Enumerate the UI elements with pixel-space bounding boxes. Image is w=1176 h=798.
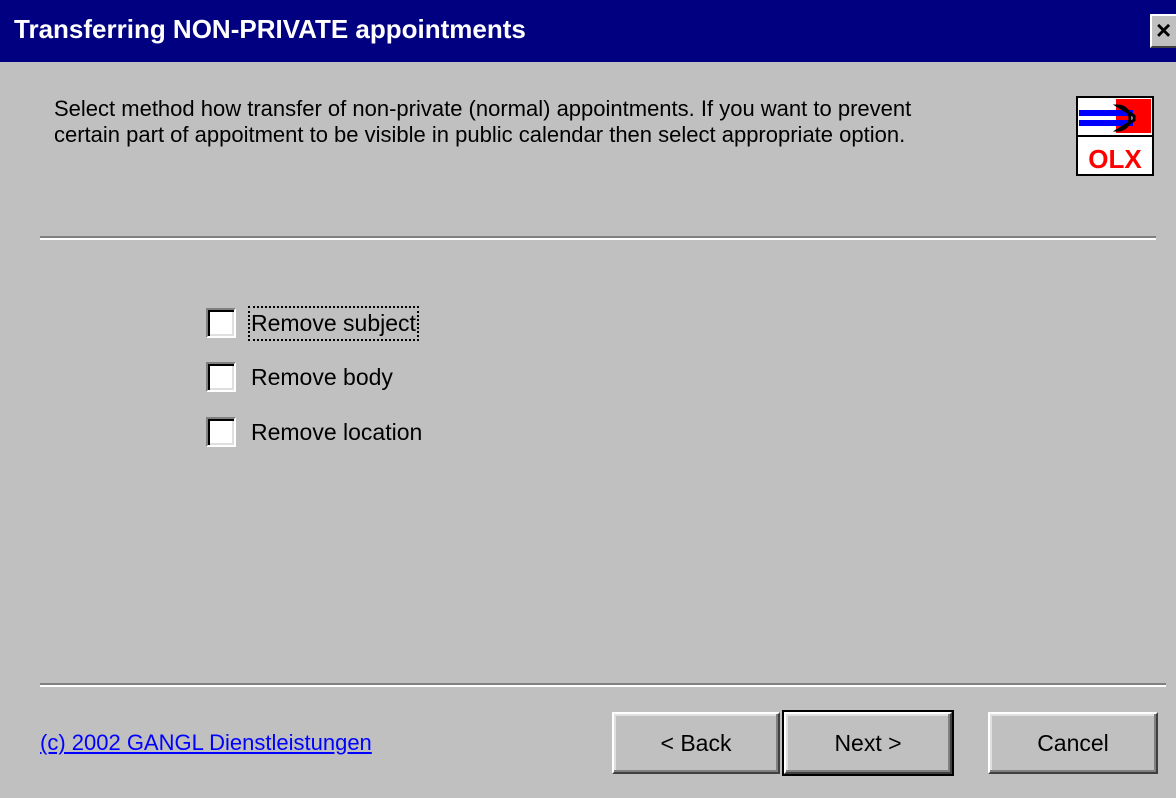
remove-body-label[interactable]: Remove body [250,362,394,393]
remove-subject-option[interactable]: Remove subject [206,305,419,341]
remove-location-label[interactable]: Remove location [250,417,423,448]
remove-subject-label[interactable]: Remove subject [248,305,419,341]
remove-location-option[interactable]: Remove location [206,415,423,449]
remove-body-option[interactable]: Remove body [206,360,394,394]
window-title: Transferring NON-PRIVATE appointments [14,14,526,44]
bottom-separator [40,683,1166,687]
remove-body-checkbox[interactable] [206,362,236,392]
next-button[interactable]: Next > [782,710,954,776]
remove-subject-checkbox[interactable] [206,308,236,338]
close-button[interactable]: × [1150,14,1176,48]
top-separator [40,236,1156,240]
wizard-dialog: Transferring NON-PRIVATE appointments × … [0,0,1176,798]
back-button[interactable]: < Back [612,712,780,774]
cancel-button[interactable]: Cancel [988,712,1158,774]
instruction-line-2: certain part of appoitment to be visible… [54,122,906,147]
remove-location-checkbox[interactable] [206,417,236,447]
svg-text:OLX: OLX [1088,144,1142,174]
copyright-link[interactable]: (c) 2002 GANGL Dienstleistungen [40,730,372,756]
title-bar: Transferring NON-PRIVATE appointments × [0,0,1176,62]
olx-logo-icon: OLX [1076,96,1154,176]
instruction-line-1: Select method how transfer of non-privat… [54,96,912,121]
instruction-text: Select method how transfer of non-privat… [54,96,1054,148]
close-icon: × [1156,15,1172,45]
